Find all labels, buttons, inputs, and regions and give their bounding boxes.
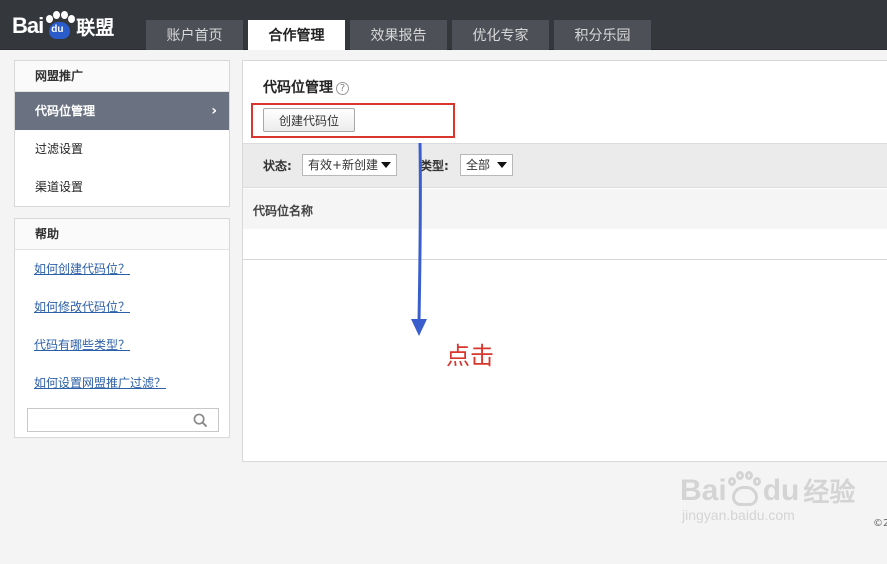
table-header: 代码位名称 [243, 189, 887, 229]
filter-bar: 状态: 有效+新创建 类型: 全部 [243, 143, 887, 188]
help-panel: 帮助 如何创建代码位？ 如何修改代码位？ 代码有哪些类型？ 如何设置网盟推广过滤… [14, 218, 230, 438]
main-tabs: 账户首页 合作管理 效果报告 优化专家 积分乐园 [146, 20, 656, 50]
tab-cooperation-management[interactable]: 合作管理 [248, 20, 345, 50]
help-link-edit-code[interactable]: 如何修改代码位？ [34, 298, 229, 320]
search-icon[interactable] [193, 413, 208, 428]
column-header-code-slot-name[interactable]: 代码位名称 [253, 202, 313, 219]
tab-optimization-expert[interactable]: 优化专家 [452, 20, 549, 50]
help-link-create-code[interactable]: 如何创建代码位？ [34, 260, 229, 282]
logo-text-bai: Bai [12, 13, 44, 38]
type-select[interactable]: 全部 [460, 154, 513, 176]
sidebar-item-label: 渠道设置 [35, 180, 84, 194]
copyright-text: ©2 [873, 518, 887, 529]
tab-account-home[interactable]: 账户首页 [146, 20, 243, 50]
baidu-union-logo[interactable]: Bai du 联盟 [12, 9, 114, 43]
caret-down-icon [497, 162, 507, 168]
page-title: 代码位管理? [263, 77, 349, 97]
chevron-right-icon: › [211, 103, 217, 119]
logo-paw-text: du [51, 24, 64, 35]
status-select[interactable]: 有效+新创建 [302, 154, 397, 176]
type-select-value: 全部 [466, 158, 491, 172]
annotation-click-text: 点击 [446, 342, 494, 370]
help-title: 帮助 [15, 219, 229, 250]
help-search-input[interactable] [28, 409, 188, 431]
sidebar-item-label: 过滤设置 [35, 142, 84, 156]
sidebar-item-code-management[interactable]: 代码位管理 › [15, 92, 229, 130]
watermark-url: jingyan.baidu.com [682, 507, 795, 523]
watermark-brand-left: Bai [680, 473, 727, 507]
watermark-brand-cn: 经验 [803, 478, 856, 508]
paw-icon: du [44, 11, 76, 41]
status-filter-label: 状态: [263, 159, 292, 173]
main-content-panel: 代码位管理? 创建代码位 状态: 有效+新创建 类型: 全部 代码位名称 [242, 60, 887, 462]
caret-down-icon [381, 162, 391, 168]
tab-points-park[interactable]: 积分乐园 [554, 20, 651, 50]
status-select-value: 有效+新创建 [308, 158, 379, 172]
create-code-slot-button[interactable]: 创建代码位 [263, 108, 355, 132]
help-link-filter-settings[interactable]: 如何设置网盟推广过滤？ [34, 374, 229, 396]
tab-performance-report[interactable]: 效果报告 [350, 20, 447, 50]
help-link-code-types[interactable]: 代码有哪些类型？ [34, 336, 229, 358]
sidebar-nav-panel: 网盟推广 代码位管理 › 过滤设置 渠道设置 [14, 60, 230, 207]
watermark-brand-paw: du [762, 473, 800, 507]
sidebar-item-channel-settings[interactable]: 渠道设置 [15, 168, 229, 206]
table-divider [243, 259, 887, 260]
sidebar-item-filter-settings[interactable]: 过滤设置 [15, 130, 229, 168]
help-search-box [27, 408, 219, 432]
annotation-arrow-icon [411, 142, 427, 336]
watermark-paw-icon [727, 470, 762, 508]
sidebar-item-label: 代码位管理 [35, 104, 96, 118]
baidu-jingyan-watermark: Bai du 经验 jingyan.baidu.com [680, 470, 860, 544]
question-mark-icon[interactable]: ? [336, 81, 349, 95]
page-title-text: 代码位管理 [263, 80, 333, 96]
sidebar-section-title: 网盟推广 [15, 61, 229, 92]
logo-text-union: 联盟 [76, 16, 115, 39]
top-bar: Bai du 联盟 账户首页 合作管理 效果报告 优化专家 积分乐园 [0, 0, 887, 50]
